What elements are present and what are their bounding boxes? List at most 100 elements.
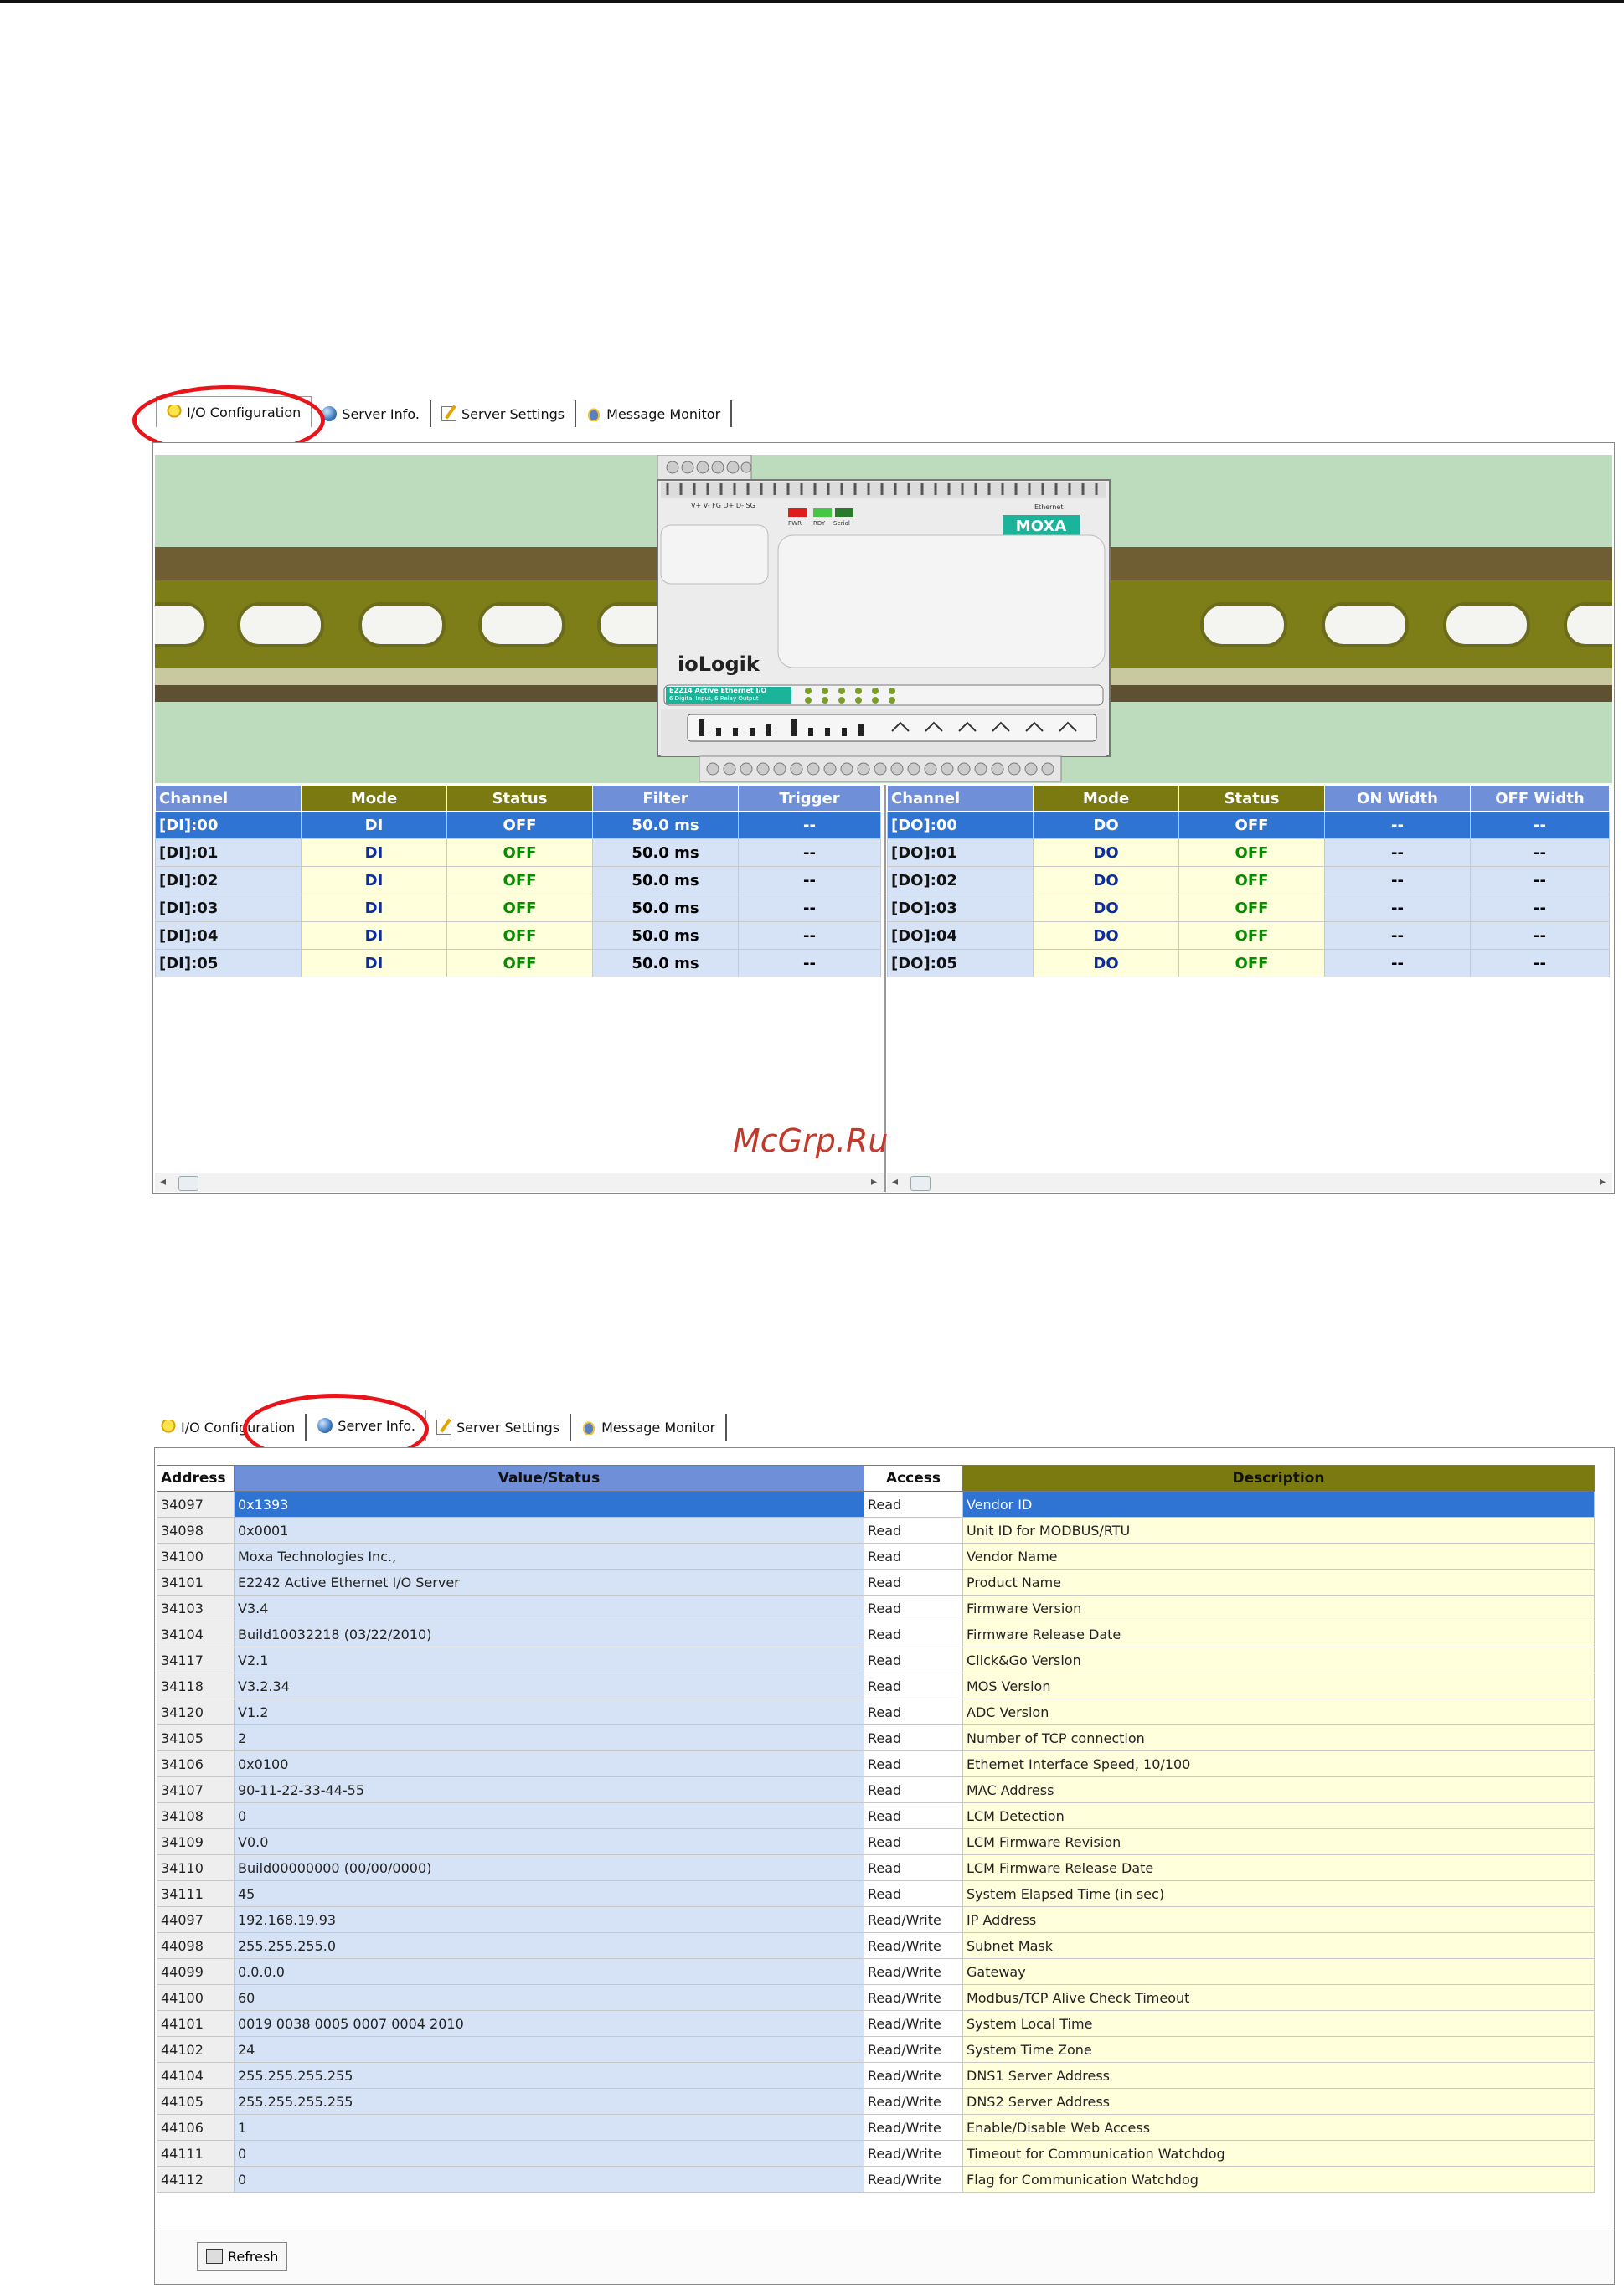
scroll-thumb[interactable] xyxy=(910,1176,931,1191)
table-cell: Read/Write xyxy=(864,1932,963,1959)
table-cell: Vendor Name xyxy=(962,1543,1595,1570)
device-model-line: E2214 Active Ethernet I/O xyxy=(669,687,767,694)
di-header-channel[interactable]: Channel xyxy=(155,785,302,812)
table-cell: 44102 xyxy=(157,2036,235,2063)
table-row[interactable]: 34120 V1.2 Read ADC Version xyxy=(157,1699,1595,1725)
di-header-trigger[interactable]: Trigger xyxy=(738,785,881,812)
table-cell: 44097 xyxy=(157,1906,235,1933)
table-row[interactable]: 44104 255.255.255.255 Read/Write DNS1 Serve… xyxy=(157,2062,1595,2089)
table-row[interactable]: 44097 192.168.19.93 Read/Write IP Address xyxy=(157,1906,1595,1933)
table-cell: 44106 xyxy=(157,2114,235,2141)
table-row[interactable]: 34104 Build10032218 (03/22/2010) Read Firmw… xyxy=(157,1621,1595,1647)
table-cell: Read xyxy=(864,1828,963,1855)
tab-bar: I/O Configuration Server Info. Server Se… xyxy=(151,1407,728,1441)
table-row[interactable]: 34110 Build00000000 (00/00/0000) Read LCM F… xyxy=(157,1854,1595,1881)
di-header-status[interactable]: Status xyxy=(446,785,593,812)
table-cell: Read xyxy=(864,1647,963,1673)
tab-server-info[interactable]: Server Info. xyxy=(312,400,431,427)
table-cell: Click&Go Version xyxy=(962,1647,1595,1673)
table-cell: Flag for Communication Watchdog xyxy=(962,2166,1595,2193)
table-row[interactable]: [DO]:03 DO OFF -- -- xyxy=(887,894,1610,922)
scroll-left-arrow-icon[interactable]: ◂ xyxy=(892,1175,898,1188)
table-row[interactable]: 44100 60 Read/Write Modbus/TCP Alive Check … xyxy=(157,1984,1595,2011)
refresh-icon xyxy=(206,2249,223,2264)
table-cell: 44104 xyxy=(157,2062,235,2089)
table-row[interactable]: 34097 0x1393 Read Vendor ID xyxy=(157,1491,1595,1518)
table-row[interactable]: [DI]:05 DI OFF 50.0 ms -- xyxy=(155,949,881,977)
table-row[interactable]: 44112 0 Read/Write Flag for Communication W… xyxy=(157,2166,1595,2193)
table-cell: 34110 xyxy=(157,1854,235,1881)
table-row[interactable]: [DI]:02 DI OFF 50.0 ms -- xyxy=(155,866,881,894)
table-row[interactable]: 34106 0x0100 Read Ethernet Interface Speed,… xyxy=(157,1750,1595,1777)
device-led-label-rdy: RDY xyxy=(813,520,826,527)
refresh-button[interactable]: Refresh xyxy=(197,2242,288,2271)
do-header-channel[interactable]: Channel xyxy=(887,785,1034,812)
table-cell: System Local Time xyxy=(962,2010,1595,2037)
tab-message-monitor[interactable]: Message Monitor xyxy=(571,1414,728,1441)
table-row[interactable]: [DO]:04 DO OFF -- -- xyxy=(887,921,1610,950)
table-cell: 34098 xyxy=(157,1517,235,1544)
scroll-right-arrow-icon[interactable]: ▸ xyxy=(871,1175,877,1188)
table-cell: System Time Zone xyxy=(962,2036,1595,2063)
table-row[interactable]: 34109 V0.0 Read LCM Firmware Revision xyxy=(157,1828,1595,1855)
table-row[interactable]: [DI]:01 DI OFF 50.0 ms -- xyxy=(155,838,881,867)
table-row[interactable]: 34108 0 Read LCM Detection xyxy=(157,1802,1595,1829)
scroll-right-arrow-icon[interactable]: ▸ xyxy=(1600,1175,1606,1188)
di-table: Channel Mode Status Filter Trigger [DI]:… xyxy=(155,785,881,977)
table-row[interactable]: 44098 255.255.255.0 Read/Write Subnet Mask xyxy=(157,1932,1595,1959)
do-header-status[interactable]: Status xyxy=(1178,785,1325,812)
header-description[interactable]: Description xyxy=(962,1465,1595,1492)
table-row[interactable]: 44101 0019 0038 0005 0007 0004 2010 Read/W… xyxy=(157,2010,1595,2037)
table-row[interactable]: 34103 V3.4 Read Firmware Version xyxy=(157,1595,1595,1621)
table-cell: Timeout for Communication Watchdog xyxy=(962,2140,1595,2167)
scroll-thumb[interactable] xyxy=(178,1176,198,1191)
table-row[interactable]: 34118 V3.2.34 Read MOS Version xyxy=(157,1673,1595,1699)
table-cell: DNS1 Server Address xyxy=(962,2062,1595,2089)
table-row[interactable]: 44106 1 Read/Write Enable/Disable Web Acces… xyxy=(157,2114,1595,2141)
table-row[interactable]: [DO]:00 DO OFF -- -- xyxy=(887,811,1610,839)
tab-server-settings[interactable]: Server Settings xyxy=(425,1414,572,1441)
do-horizontal-scrollbar[interactable]: ◂ ▸ xyxy=(887,1173,1612,1192)
table-cell: 255.255.255.255 xyxy=(234,2088,864,2115)
table-row[interactable]: 34100 Moxa Technologies Inc., Read Vendor N… xyxy=(157,1543,1595,1570)
header-access[interactable]: Access xyxy=(864,1465,963,1492)
page-top-rule xyxy=(0,0,1624,3)
table-row[interactable]: 34117 V2.1 Read Click&Go Version xyxy=(157,1647,1595,1673)
table-row[interactable]: 44102 24 Read/Write System Time Zone xyxy=(157,2036,1595,2063)
table-row[interactable]: [DO]:01 DO OFF -- -- xyxy=(887,838,1610,867)
table-row[interactable]: 34107 90-11-22-33-44-55 Read MAC Address xyxy=(157,1776,1595,1803)
table-row[interactable]: [DO]:02 DO OFF -- -- xyxy=(887,866,1610,894)
tab-server-settings[interactable]: Server Settings xyxy=(430,400,577,427)
table-cell: 44105 xyxy=(157,2088,235,2115)
table-row[interactable]: [DI]:00 DI OFF 50.0 ms -- xyxy=(155,811,881,839)
table-cell: Firmware Release Date xyxy=(962,1621,1595,1647)
header-address[interactable]: Address xyxy=(157,1465,235,1492)
table-cell: Read xyxy=(864,1673,963,1699)
table-row[interactable]: [DO]:05 DO OFF -- -- xyxy=(887,949,1610,977)
tab-message-monitor[interactable]: Message Monitor xyxy=(576,400,733,427)
device-model-sub: 6 Digital Input, 6 Relay Output xyxy=(669,695,759,702)
table-cell: Subnet Mask xyxy=(962,1932,1595,1959)
table-row[interactable]: [DI]:04 DI OFF 50.0 ms -- xyxy=(155,921,881,950)
table-row[interactable]: 44099 0.0.0.0 Read/Write Gateway xyxy=(157,1958,1595,1985)
table-row[interactable]: 34101 E2242 Active Ethernet I/O Server Rea… xyxy=(157,1569,1595,1596)
table-cell: 1 xyxy=(234,2114,864,2141)
table-cell: 34103 xyxy=(157,1595,235,1621)
io-frame: V+ V- FG D+ D- SG PWR RDY Serial Etherne… xyxy=(152,442,1615,1194)
header-value-status[interactable]: Value/Status xyxy=(234,1465,864,1492)
table-row[interactable]: [DI]:03 DI OFF 50.0 ms -- xyxy=(155,894,881,922)
do-header-mode[interactable]: Mode xyxy=(1033,785,1179,812)
table-cell: 44101 xyxy=(157,2010,235,2037)
scroll-left-arrow-icon[interactable]: ◂ xyxy=(160,1175,166,1188)
di-horizontal-scrollbar[interactable]: ◂ ▸ xyxy=(155,1173,884,1192)
table-row[interactable]: 44105 255.255.255.255 Read/Write DNS2 Serve… xyxy=(157,2088,1595,2115)
table-row[interactable]: 34098 0x0001 Read Unit ID for MODBUS/RTU xyxy=(157,1517,1595,1544)
di-header-filter[interactable]: Filter xyxy=(592,785,739,812)
do-header-off-width[interactable]: OFF Width xyxy=(1470,785,1610,812)
table-row[interactable]: 44111 0 Read/Write Timeout for Communicatio… xyxy=(157,2140,1595,2167)
table-row[interactable]: 34105 2 Read Number of TCP connection xyxy=(157,1724,1595,1751)
table-row[interactable]: 34111 45 Read System Elapsed Time (in sec) xyxy=(157,1880,1595,1907)
do-header-on-width[interactable]: ON Width xyxy=(1324,785,1471,812)
di-header-mode[interactable]: Mode xyxy=(301,785,447,812)
table-cell: 34107 xyxy=(157,1776,235,1803)
